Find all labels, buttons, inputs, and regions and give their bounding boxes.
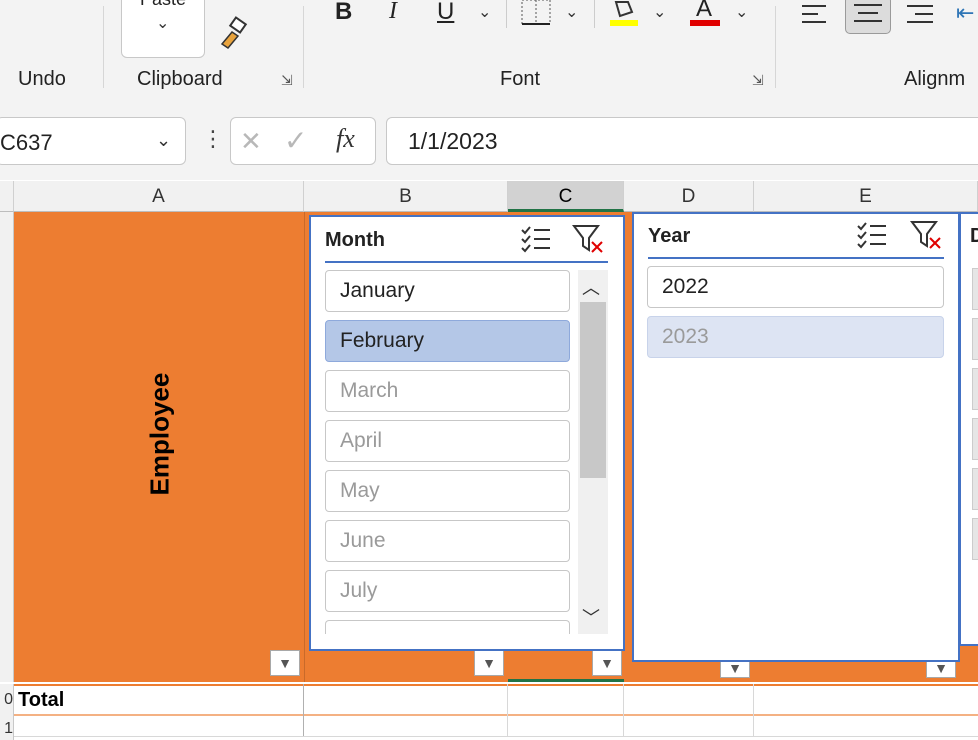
employee-header-cell: Employee — [144, 372, 175, 496]
select-all-corner[interactable] — [0, 181, 14, 212]
underline-icon[interactable]: U — [437, 0, 454, 26]
slicer-title: Year — [648, 225, 691, 247]
total-row[interactable] — [14, 684, 978, 716]
clear-filter-icon[interactable] — [572, 224, 604, 260]
cancel-icon[interactable]: ✕ — [240, 126, 262, 157]
alignment-group-label: Alignm — [904, 68, 966, 90]
slicer-header-line — [648, 257, 944, 259]
scrollbar-thumb[interactable] — [580, 302, 606, 478]
row-header[interactable]: 1 — [0, 716, 14, 740]
ribbon-separator — [775, 6, 776, 88]
slicer-item-partial[interactable] — [972, 318, 978, 360]
chevron-down-icon[interactable]: ⌄ — [735, 2, 748, 22]
bold-icon[interactable]: B — [335, 0, 352, 26]
clipboard-launcher-icon[interactable]: ⇲ — [281, 72, 293, 89]
slicer-item-partial[interactable] — [972, 268, 978, 310]
multi-select-icon[interactable] — [520, 224, 552, 260]
slicer-item[interactable]: January — [325, 270, 570, 312]
column-header-c[interactable]: C — [508, 181, 624, 212]
divider — [506, 0, 507, 28]
slicer-item[interactable]: May — [325, 470, 570, 512]
filter-dropdown-button[interactable]: ▼ — [270, 650, 300, 676]
font-launcher-icon[interactable]: ⇲ — [752, 72, 764, 89]
scroll-up-icon[interactable]: ︿ — [582, 274, 600, 300]
slicer-title: Month — [325, 229, 385, 251]
paste-button[interactable]: Paste ⌄ — [121, 0, 205, 58]
align-left-icon[interactable] — [800, 2, 830, 28]
gridline — [623, 684, 624, 736]
slicer-item-partial[interactable] — [972, 518, 978, 560]
gridline — [753, 684, 754, 736]
paste-label: Paste — [122, 0, 204, 10]
chevron-down-icon[interactable]: ⌄ — [478, 2, 491, 22]
clipboard-group-label: Clipboard — [137, 68, 223, 90]
slicer-item[interactable]: 2022 — [647, 266, 944, 308]
insert-function-icon[interactable]: fx — [336, 124, 355, 154]
chevron-down-icon[interactable]: ⌄ — [156, 130, 171, 151]
column-header-b[interactable]: B — [304, 181, 508, 212]
slicer-item-partial[interactable] — [325, 620, 570, 634]
format-painter-icon[interactable] — [216, 16, 250, 50]
ribbon-separator — [103, 6, 104, 88]
ribbon-separator — [303, 6, 304, 88]
slicer-item-partial[interactable] — [972, 468, 978, 510]
row-header[interactable]: 0 — [0, 684, 14, 716]
slicer-item[interactable]: February — [325, 320, 570, 362]
divider — [304, 212, 305, 682]
font-color-icon[interactable]: A — [688, 0, 722, 30]
slicer-item-partial[interactable] — [972, 418, 978, 460]
fill-color-icon[interactable] — [608, 0, 640, 30]
decrease-indent-icon[interactable]: ⇤ — [956, 0, 974, 26]
enter-icon[interactable]: ✓ — [284, 124, 307, 157]
slicer-header-line — [325, 261, 608, 263]
undo-group-label: Undo — [18, 68, 66, 90]
active-filter-button[interactable]: ▼ — [592, 650, 622, 676]
table-row[interactable] — [14, 716, 978, 737]
column-header-a[interactable]: A — [14, 181, 304, 212]
gridline — [507, 684, 508, 736]
slicer-item-partial[interactable] — [972, 368, 978, 410]
divider — [594, 0, 595, 28]
slicer-item[interactable]: June — [325, 520, 570, 562]
filter-dropdown-button[interactable]: ▼ — [474, 650, 504, 676]
chevron-down-icon[interactable]: ⌄ — [653, 2, 666, 22]
slicer-item[interactable]: April — [325, 420, 570, 462]
multi-select-icon[interactable] — [856, 220, 888, 256]
name-box-value: C637 — [0, 130, 53, 155]
borders-icon[interactable] — [520, 0, 552, 26]
svg-text:A: A — [696, 0, 712, 22]
slicer-item[interactable]: March — [325, 370, 570, 412]
active-cell-indicator — [508, 679, 624, 682]
chevron-down-icon[interactable]: ⌄ — [156, 13, 169, 33]
more-options-icon[interactable]: ⋮ — [202, 126, 224, 152]
formula-value: 1/1/2023 — [408, 128, 498, 154]
clear-filter-icon[interactable] — [910, 220, 942, 256]
align-right-icon[interactable] — [905, 2, 935, 28]
row-header[interactable] — [0, 212, 14, 682]
font-group-label: Font — [500, 68, 541, 90]
slicer-item[interactable]: July — [325, 570, 570, 612]
scroll-down-icon[interactable]: ﹀ — [582, 604, 600, 630]
total-label: Total — [18, 689, 65, 711]
column-header-d[interactable]: D — [624, 181, 754, 212]
chevron-down-icon[interactable]: ⌄ — [565, 2, 578, 22]
align-center-button[interactable] — [845, 0, 891, 34]
gridline — [303, 684, 304, 736]
slicer-item[interactable]: 2023 — [647, 316, 944, 358]
slicer-title: D — [970, 225, 978, 247]
column-header-e[interactable]: E — [754, 181, 978, 212]
italic-icon[interactable]: I — [389, 0, 397, 25]
